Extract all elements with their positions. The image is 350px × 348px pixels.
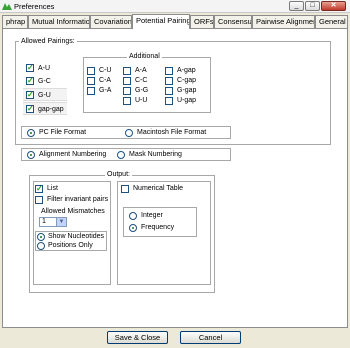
tab-covariation[interactable]: Covariation (90, 15, 132, 28)
checkbox-a-u[interactable] (26, 63, 34, 72)
checkbox-label: C-gap (177, 77, 197, 84)
output-title: Output: (105, 170, 132, 179)
radio-show-nucleotides[interactable] (37, 233, 45, 241)
checkbox-u-u[interactable] (123, 97, 131, 105)
checkbox-label: Filter invariant pairs (47, 196, 109, 203)
tab-potential-pairings[interactable]: Potential Pairings (132, 14, 190, 29)
allowed-mismatches-label: Allowed Mismatches (41, 208, 105, 215)
checkbox-g-c[interactable] (26, 76, 34, 85)
checkbox-c-a[interactable] (87, 77, 95, 85)
tab-mutual-information[interactable]: Mutual Information (28, 15, 90, 28)
checkbox-label: C-C (135, 77, 148, 84)
tab-orfs[interactable]: ORFs (190, 15, 214, 28)
checkbox-label: G-U (38, 92, 51, 99)
tab-pairwise-alignment[interactable]: Pairwise Alignment (252, 15, 315, 28)
checkbox-gap-gap[interactable] (26, 104, 34, 113)
radio-alignment-numbering[interactable] (27, 151, 35, 159)
app-icon (2, 3, 12, 10)
checkbox-c-gap[interactable] (165, 77, 173, 85)
checkbox-numerical-table[interactable] (121, 185, 129, 193)
radio-mask-numbering[interactable] (117, 151, 125, 159)
checkbox-label: A-U (38, 65, 51, 72)
radio-label: Mask Numbering (129, 151, 182, 158)
tab-consensus[interactable]: Consensus (214, 15, 252, 28)
checkbox-filter-invariant-pairs[interactable] (35, 196, 43, 204)
checkbox-g-gap[interactable] (165, 87, 173, 95)
save-close-button[interactable]: Save & Close (107, 331, 168, 344)
checkbox-g-g[interactable] (123, 87, 131, 95)
button-bar: Save & Close Cancel (0, 328, 350, 348)
checkbox-c-c[interactable] (123, 77, 131, 85)
radio-integer[interactable] (129, 212, 137, 220)
title-bar: Preferences _ □ ✕ (0, 0, 350, 13)
checkbox-label: A-gap (177, 67, 196, 74)
checkbox-label: C-A (99, 77, 112, 84)
radio-macintosh-file-format[interactable] (125, 129, 133, 137)
checkbox-u-gap[interactable] (165, 97, 173, 105)
window-title: Preferences (14, 2, 55, 11)
radio-pc-file-format[interactable] (27, 129, 35, 137)
radio-label: Alignment Numbering (39, 151, 107, 158)
radio-label: PC File Format (39, 129, 87, 136)
radio-label: Frequency (141, 224, 175, 231)
tab-panel: Allowed Pairings: A-U G-C G-U gap-gap Ad… (2, 28, 348, 328)
pairing-row[interactable]: A-U (23, 62, 67, 75)
pairing-row[interactable]: gap-gap (23, 102, 67, 115)
checkbox-a-gap[interactable] (165, 67, 173, 75)
checkbox-a-a[interactable] (123, 67, 131, 75)
allowed-pairings-title: Allowed Pairings: (19, 37, 77, 46)
minimize-button[interactable]: _ (289, 1, 304, 11)
pairing-row[interactable]: G-C (23, 75, 67, 88)
additional-title: Additional (127, 52, 162, 61)
close-button[interactable]: ✕ (321, 1, 346, 11)
checkbox-g-u[interactable] (26, 90, 34, 99)
select-value: 1 (42, 218, 46, 225)
checkbox-label: gap-gap (38, 106, 64, 113)
maximize-button[interactable]: □ (305, 1, 320, 11)
radio-frequency[interactable] (129, 224, 137, 232)
checkbox-label: Numerical Table (133, 185, 184, 192)
checkbox-label: G-A (99, 87, 112, 94)
tab-phrap[interactable]: phrap (2, 15, 28, 28)
checkbox-label: G-C (38, 78, 51, 85)
checkbox-list[interactable] (35, 184, 43, 193)
radio-label: Macintosh File Format (137, 129, 207, 136)
tab-general[interactable]: General (315, 15, 348, 28)
allowed-mismatches-select[interactable]: 1 ▼ (39, 217, 67, 227)
chevron-down-icon: ▼ (56, 218, 66, 226)
checkbox-label: G-gap (177, 87, 197, 94)
checkbox-label: List (47, 185, 58, 192)
radio-label: Show Nucleotides (48, 233, 105, 240)
checkbox-c-u[interactable] (87, 67, 95, 75)
radio-label: Positions Only (48, 242, 93, 249)
checkbox-label: C-U (99, 67, 112, 74)
checkbox-label: G-G (135, 87, 149, 94)
checkbox-g-a[interactable] (87, 87, 95, 95)
pairing-row[interactable]: G-U (23, 88, 67, 101)
cancel-button[interactable]: Cancel (180, 331, 241, 344)
radio-positions-only[interactable] (37, 242, 45, 250)
checkbox-label: A-A (135, 67, 147, 74)
radio-label: Integer (141, 212, 163, 219)
checkbox-label: U-gap (177, 97, 197, 104)
checkbox-label: U-U (135, 97, 148, 104)
